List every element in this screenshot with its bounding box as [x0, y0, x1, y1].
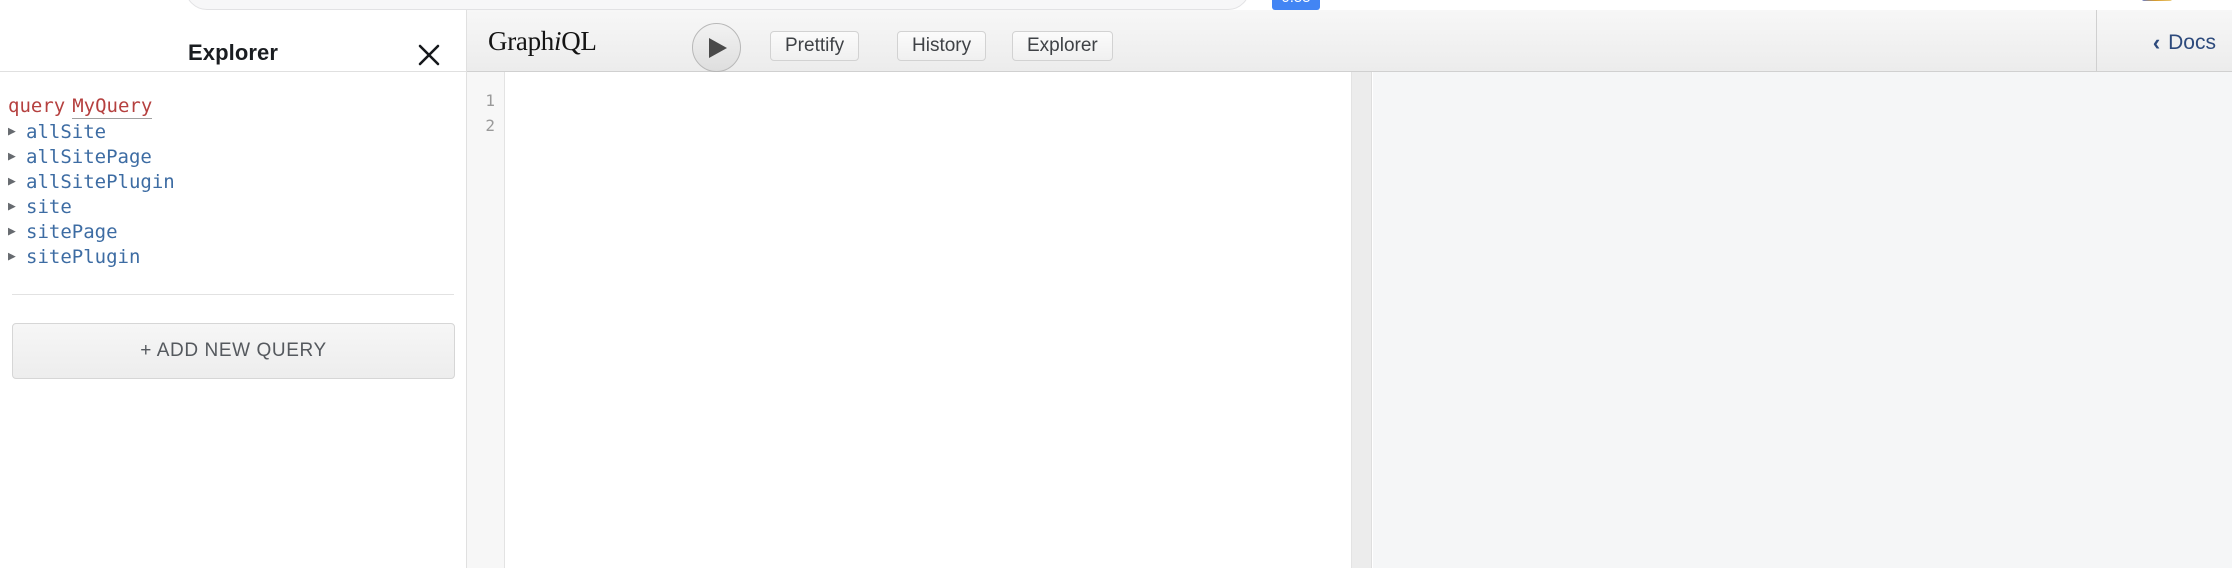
editor-result-panes: 1 2 — [467, 72, 2232, 568]
explorer-header: Explorer — [0, 10, 466, 72]
explorer-panel: Explorer query MyQuery ▶ allSite ▶ allSi… — [0, 10, 467, 568]
chevron-left-icon: ‹ — [2152, 30, 2161, 55]
graphiql-ide: 0.55 Explorer query MyQuery ▶ allSite — [0, 0, 2232, 568]
search-pill-partial — [185, 0, 1250, 10]
graphiql-logo: GraphiQL — [488, 26, 597, 57]
clipped-top-strip: 0.55 — [0, 0, 2232, 10]
field-label: allSite — [26, 120, 107, 143]
chevron-right-icon: ▶ — [8, 224, 16, 239]
query-keyword: query — [8, 95, 66, 117]
close-icon[interactable] — [414, 40, 444, 70]
chevron-right-icon: ▶ — [8, 149, 16, 164]
graphiql-toolbar: GraphiQL Prettify History Explorer ‹ Doc… — [467, 10, 2232, 72]
field-label: sitePage — [26, 220, 118, 243]
query-name[interactable]: MyQuery — [72, 95, 153, 119]
explorer-divider — [12, 294, 454, 295]
version-badge: 0.55 — [1272, 0, 1320, 10]
field-label: allSitePage — [26, 145, 152, 168]
editor-gutter: 1 2 — [467, 72, 505, 568]
explorer-title: Explorer — [187, 40, 279, 65]
query-editor[interactable] — [506, 72, 1352, 568]
prettify-button[interactable]: Prettify — [770, 31, 860, 61]
explorer-field-sitepage[interactable]: ▶ sitePage — [0, 219, 466, 244]
chevron-right-icon: ▶ — [8, 174, 16, 189]
docs-label: Docs — [2168, 31, 2216, 54]
query-declaration: query MyQuery — [0, 94, 466, 119]
explorer-field-siteplugin[interactable]: ▶ sitePlugin — [0, 244, 466, 269]
line-number: 1 — [485, 91, 495, 110]
chevron-right-icon: ▶ — [8, 249, 16, 264]
toolbar-divider — [2096, 10, 2097, 72]
logo-text-1: Graph — [488, 26, 554, 56]
result-viewer — [1373, 72, 2232, 568]
history-button[interactable]: History — [897, 31, 987, 61]
field-label: allSitePlugin — [26, 170, 175, 193]
logo-text-2: QL — [561, 26, 597, 56]
field-label: site — [26, 195, 72, 218]
explorer-field-list: ▶ allSite ▶ allSitePage ▶ allSitePlugin … — [0, 119, 466, 269]
explorer-field-allsite[interactable]: ▶ allSite — [0, 119, 466, 144]
add-new-query-button[interactable]: + ADD NEW QUERY — [12, 323, 455, 379]
explorer-toggle-button[interactable]: Explorer — [1012, 31, 1113, 61]
explorer-field-site[interactable]: ▶ site — [0, 194, 466, 219]
chevron-right-icon: ▶ — [8, 124, 16, 139]
graphiql-main: GraphiQL Prettify History Explorer ‹ Doc… — [467, 10, 2232, 568]
line-number: 2 — [485, 116, 495, 135]
field-label: sitePlugin — [26, 245, 141, 268]
chevron-right-icon: ▶ — [8, 199, 16, 214]
decorative-marker-icon — [2142, 0, 2172, 1]
execute-query-button[interactable] — [692, 23, 741, 72]
explorer-field-allsiteplugin[interactable]: ▶ allSitePlugin — [0, 169, 466, 194]
docs-link[interactable]: ‹ Docs — [2153, 31, 2216, 55]
explorer-field-allsitepage[interactable]: ▶ allSitePage — [0, 144, 466, 169]
play-icon — [704, 36, 729, 60]
explorer-body: query MyQuery ▶ allSite ▶ allSitePage ▶ a… — [0, 72, 466, 379]
pane-resize-handle[interactable] — [1352, 72, 1372, 568]
